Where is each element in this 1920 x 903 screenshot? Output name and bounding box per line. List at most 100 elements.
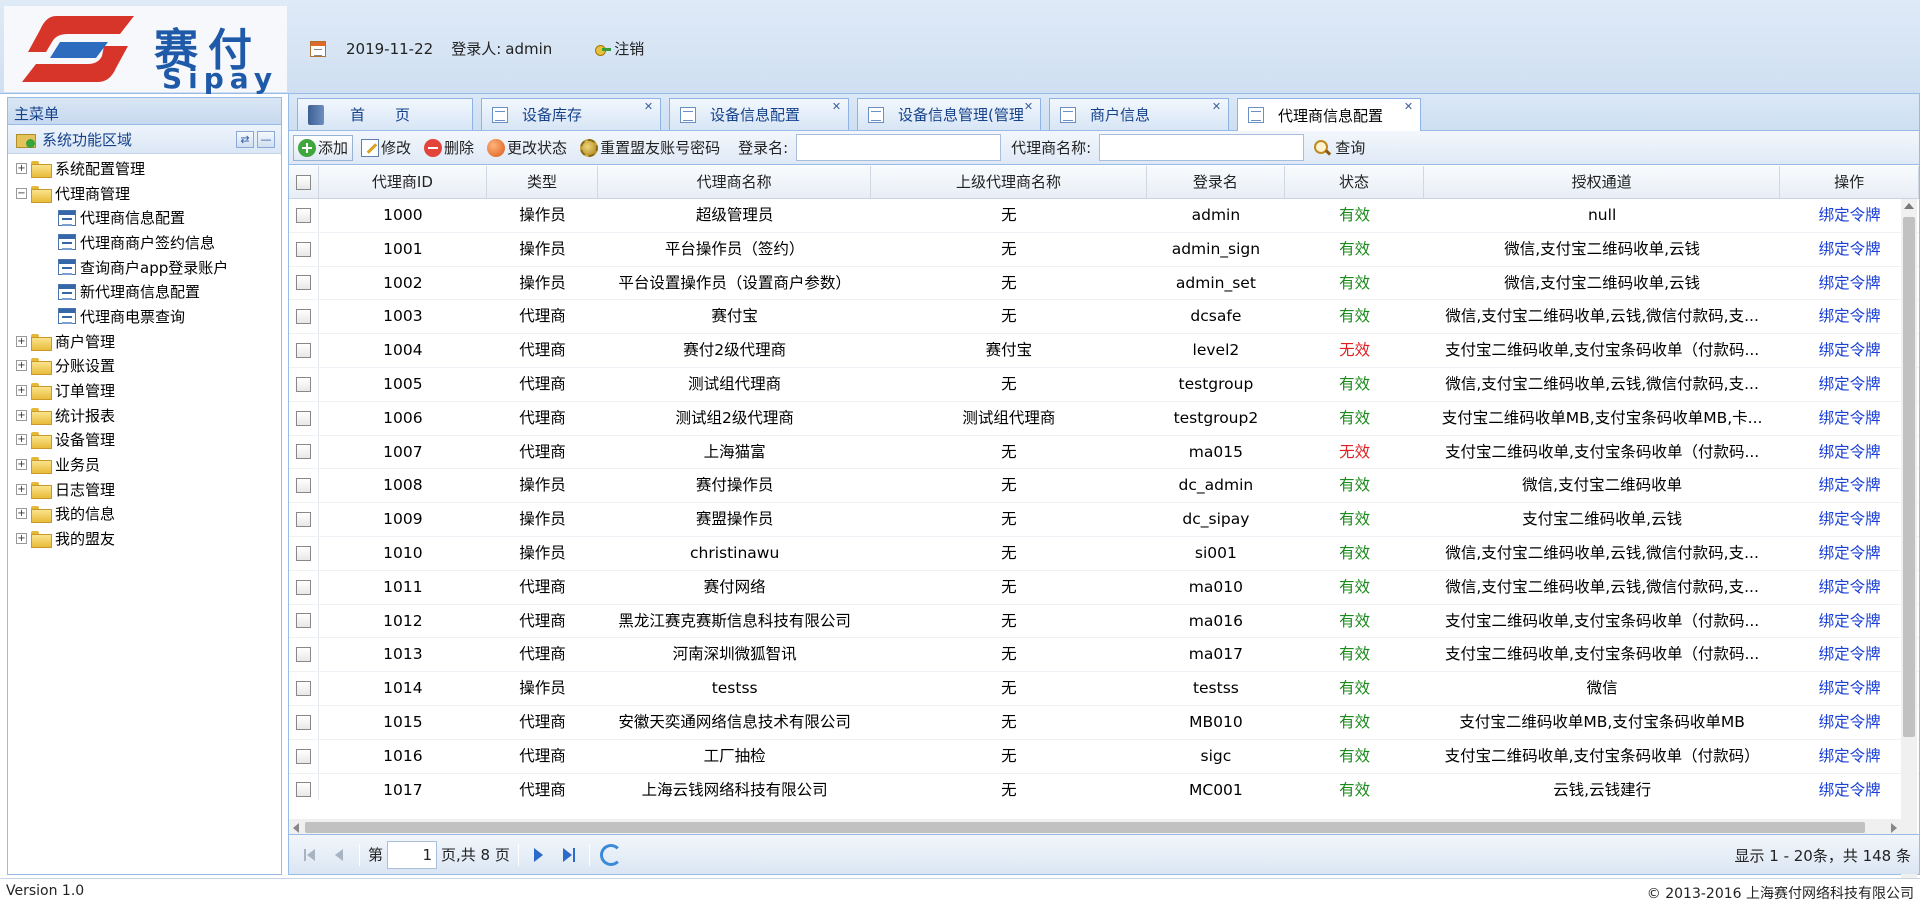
refresh-tree-button[interactable]: ⇄ bbox=[236, 131, 254, 148]
close-icon[interactable]: ✕ bbox=[642, 101, 655, 114]
expand-icon[interactable]: + bbox=[16, 335, 27, 347]
table-row[interactable]: 1002 操作员 平台设置操作员（设置商户参数） 无 admin_set 有效 微信,支付宝… bbox=[289, 266, 1919, 301]
column-header[interactable]: 状态 bbox=[1285, 166, 1424, 198]
expand-icon[interactable]: + bbox=[16, 483, 27, 495]
table-row[interactable]: 1007 代理商 上海猫富 无 ma015 无效 支付宝二维码收单,支付宝条码收单（付款码.… bbox=[289, 435, 1919, 470]
expand-icon[interactable]: + bbox=[16, 162, 27, 174]
table-row[interactable]: 1009 操作员 赛盟操作员 无 dc_sipay 有效 支付宝二维码收单,云钱 绑定令牌 bbox=[289, 503, 1919, 537]
sidebar-item[interactable]: 新代理商信息配置 bbox=[8, 279, 281, 304]
collapse-tree-button[interactable]: — bbox=[257, 131, 275, 148]
scroll-left-icon[interactable] bbox=[293, 823, 299, 833]
sidebar-item[interactable]: 代理商信息配置 bbox=[8, 205, 281, 230]
collapse-icon[interactable]: − bbox=[16, 187, 27, 199]
table-row[interactable]: 1015 代理商 安徽天奕通网络信息技术有限公司 无 MB010 有效 支付宝二维码收单MB… bbox=[289, 705, 1919, 740]
tab-1[interactable]: 首 页 bbox=[297, 98, 473, 130]
column-header[interactable]: 类型 bbox=[487, 166, 598, 198]
row-checkbox[interactable] bbox=[295, 309, 311, 325]
bind-token-link[interactable]: 绑定令牌 bbox=[1780, 503, 1919, 536]
bind-token-link[interactable]: 绑定令牌 bbox=[1780, 334, 1919, 367]
tab-4[interactable]: 设备信息管理(管理 ✕ bbox=[857, 98, 1041, 130]
sidebar-folder[interactable]: + 设备管理 bbox=[8, 428, 281, 453]
expand-icon[interactable]: + bbox=[16, 459, 27, 471]
sidebar-folder[interactable]: + 业务员 bbox=[8, 452, 281, 477]
bind-token-link[interactable]: 绑定令牌 bbox=[1780, 740, 1919, 773]
sidebar-item[interactable]: 代理商商户签约信息 bbox=[8, 230, 281, 255]
tab-5[interactable]: 商户信息 ✕ bbox=[1049, 98, 1229, 130]
bind-token-link[interactable]: 绑定令牌 bbox=[1780, 199, 1919, 232]
sidebar-folder[interactable]: + 我的盟友 bbox=[8, 526, 281, 551]
expand-icon[interactable]: + bbox=[16, 533, 27, 545]
scroll-right-icon[interactable] bbox=[1891, 823, 1897, 833]
add-button[interactable]: 添加 bbox=[293, 134, 354, 161]
row-checkbox[interactable] bbox=[295, 410, 311, 426]
expand-icon[interactable]: + bbox=[16, 360, 27, 372]
sidebar-item[interactable]: 代理商电票查询 bbox=[8, 304, 281, 329]
bind-token-link[interactable]: 绑定令牌 bbox=[1780, 537, 1919, 570]
login-name-input[interactable] bbox=[796, 134, 1002, 161]
tab-2[interactable]: 设备库存 ✕ bbox=[481, 98, 661, 130]
bind-token-link[interactable]: 绑定令牌 bbox=[1780, 672, 1919, 705]
bind-token-link[interactable]: 绑定令牌 bbox=[1780, 300, 1919, 333]
sidebar-folder[interactable]: − 代理商管理 bbox=[8, 181, 281, 206]
tab-6[interactable]: 代理商信息配置 ✕ bbox=[1237, 98, 1421, 131]
row-checkbox[interactable] bbox=[295, 579, 311, 595]
row-checkbox[interactable] bbox=[295, 207, 311, 223]
bind-token-link[interactable]: 绑定令牌 bbox=[1780, 469, 1919, 502]
row-checkbox[interactable] bbox=[295, 444, 311, 460]
table-row[interactable]: 1010 操作员 christinawu 无 si001 有效 微信,支付宝二维码收单,云钱… bbox=[289, 536, 1919, 571]
row-checkbox[interactable] bbox=[295, 512, 311, 528]
table-row[interactable]: 1011 代理商 赛付网络 无 ma010 有效 微信,支付宝二维码收单,云钱,微信付款码,… bbox=[289, 570, 1919, 605]
bind-token-link[interactable]: 绑定令牌 bbox=[1780, 267, 1919, 300]
row-checkbox[interactable] bbox=[295, 782, 311, 798]
sidebar-folder[interactable]: + 统计报表 bbox=[8, 403, 281, 428]
close-icon[interactable]: ✕ bbox=[1022, 101, 1035, 114]
row-checkbox[interactable] bbox=[295, 343, 311, 359]
row-checkbox[interactable] bbox=[295, 714, 311, 730]
sidebar-folder[interactable]: + 日志管理 bbox=[8, 477, 281, 502]
delete-button[interactable]: 删除 bbox=[419, 135, 479, 161]
sidebar-folder[interactable]: + 商户管理 bbox=[8, 329, 281, 354]
table-row[interactable]: 1001 操作员 平台操作员（签约） 无 admin_sign 有效 微信,支付宝二维码收单… bbox=[289, 232, 1919, 267]
bind-token-link[interactable]: 绑定令牌 bbox=[1780, 233, 1919, 266]
row-checkbox[interactable] bbox=[295, 748, 311, 764]
scroll-up-icon[interactable] bbox=[1904, 203, 1914, 209]
table-row[interactable]: 1016 代理商 工厂抽检 无 sigc 有效 支付宝二维码收单,支付宝条码收单（付款码） 绑… bbox=[289, 739, 1919, 774]
change-status-button[interactable]: 更改状态 bbox=[482, 135, 572, 161]
expand-icon[interactable]: + bbox=[16, 434, 27, 446]
table-row[interactable]: 1004 代理商 赛付2级代理商 赛付宝 level2 无效 支付宝二维码收单,支付宝条码收… bbox=[289, 334, 1919, 368]
row-checkbox[interactable] bbox=[295, 275, 311, 291]
sidebar-folder[interactable]: + 订单管理 bbox=[8, 378, 281, 403]
expand-icon[interactable]: + bbox=[16, 409, 27, 421]
bind-token-link[interactable]: 绑定令牌 bbox=[1780, 774, 1919, 800]
table-row[interactable]: 1006 代理商 测试组2级代理商 测试组代理商 testgroup2 有效 支付宝二维码收… bbox=[289, 401, 1919, 436]
row-checkbox[interactable] bbox=[295, 241, 311, 257]
select-all-checkbox[interactable] bbox=[295, 174, 311, 190]
reset-password-button[interactable]: 重置盟友账号密码 bbox=[575, 135, 725, 161]
logout-button[interactable]: 注销 bbox=[594, 38, 644, 59]
row-checkbox[interactable] bbox=[295, 647, 311, 663]
bind-token-link[interactable]: 绑定令牌 bbox=[1780, 706, 1919, 739]
row-checkbox[interactable] bbox=[295, 613, 311, 629]
bind-token-link[interactable]: 绑定令牌 bbox=[1780, 571, 1919, 604]
search-button[interactable]: 查询 bbox=[1308, 135, 1370, 161]
table-row[interactable]: 1017 代理商 上海云钱网络科技有限公司 无 MC001 有效 云钱,云钱建行 绑定令牌 bbox=[289, 773, 1919, 800]
bind-token-link[interactable]: 绑定令牌 bbox=[1780, 402, 1919, 435]
sidebar-folder[interactable]: + 分账设置 bbox=[8, 354, 281, 379]
expand-icon[interactable]: + bbox=[16, 508, 27, 520]
table-row[interactable]: 1013 代理商 河南深圳微狐智讯 无 ma017 有效 支付宝二维码收单,支付宝条码收单（… bbox=[289, 638, 1919, 673]
tab-3[interactable]: 设备信息配置 ✕ bbox=[669, 98, 849, 130]
prev-page-icon[interactable] bbox=[327, 843, 351, 867]
sidebar-folder[interactable]: + 我的信息 bbox=[8, 502, 281, 527]
vertical-scrollbar[interactable] bbox=[1901, 199, 1917, 903]
table-row[interactable]: 1003 代理商 赛付宝 无 dcsafe 有效 微信,支付宝二维码收单,云钱,微信付款码,… bbox=[289, 300, 1919, 335]
last-page-icon[interactable] bbox=[557, 843, 581, 867]
page-number-input[interactable]: 1 bbox=[387, 840, 438, 869]
bind-token-link[interactable]: 绑定令牌 bbox=[1780, 368, 1919, 401]
row-checkbox[interactable] bbox=[295, 681, 311, 697]
close-icon[interactable]: ✕ bbox=[1402, 101, 1415, 114]
column-header[interactable]: 授权通道 bbox=[1424, 166, 1781, 198]
scroll-thumb-horizontal[interactable] bbox=[305, 822, 1865, 833]
next-page-icon[interactable] bbox=[527, 843, 551, 867]
row-checkbox[interactable] bbox=[295, 376, 311, 392]
scroll-thumb[interactable] bbox=[1903, 217, 1915, 737]
